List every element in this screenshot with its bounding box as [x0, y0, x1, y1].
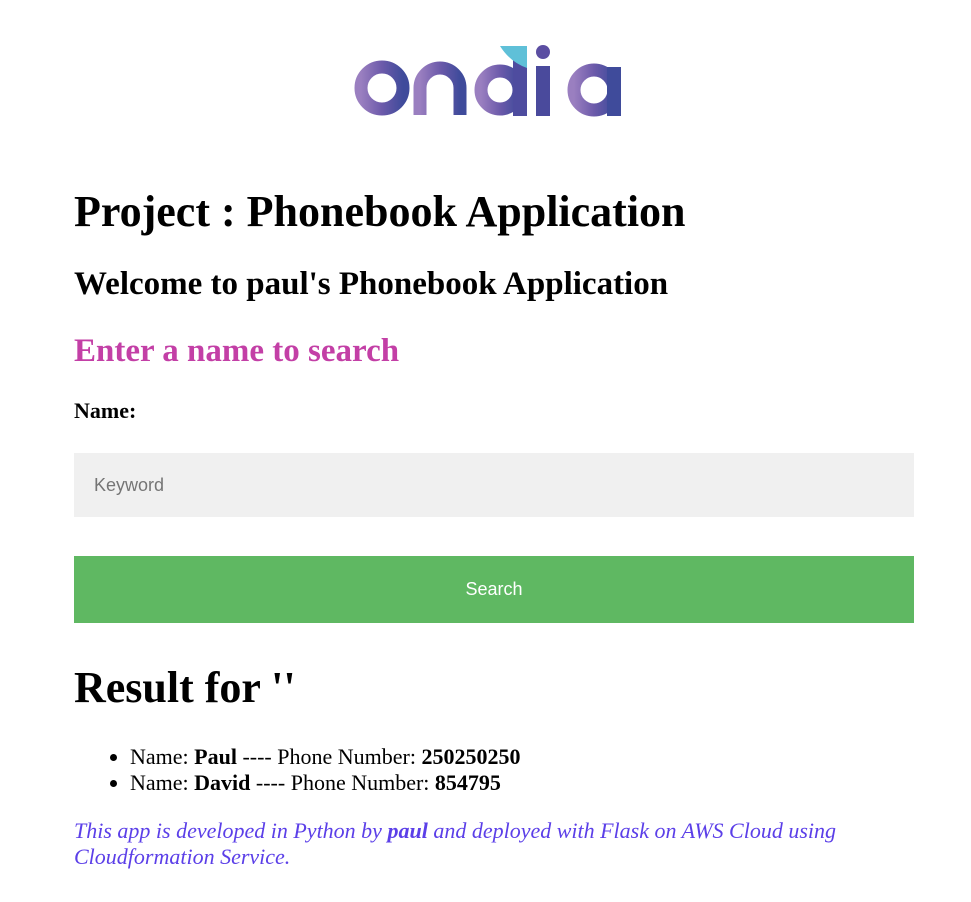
name-label: Name:	[74, 398, 137, 423]
logo	[350, 40, 640, 120]
list-item: Name: David ---- Phone Number: 854795	[130, 770, 520, 796]
page-title: Project : Phonebook Application	[74, 187, 686, 236]
contact-name: Paul	[194, 744, 237, 769]
footer-author: paul	[387, 818, 428, 843]
contact-phone: 854795	[434, 770, 501, 795]
footer-note: This app is developed in Python by paul …	[74, 818, 894, 870]
search-prompt-heading: Enter a name to search	[74, 333, 400, 369]
result-heading: Result for ''	[74, 663, 296, 712]
phone-prefix: ---- Phone Number:	[250, 770, 435, 795]
result-list: Name: Paul ---- Phone Number: 250250250 …	[74, 744, 520, 796]
footer-text: This app is developed in Python by	[74, 818, 388, 843]
keyword-input[interactable]	[74, 453, 914, 517]
phone-prefix: ---- Phone Number:	[236, 744, 422, 769]
name-prefix: Name:	[130, 744, 195, 769]
list-item: Name: Paul ---- Phone Number: 250250250	[130, 744, 520, 770]
ondia-logo-icon	[354, 45, 621, 117]
search-button[interactable]: Search	[74, 556, 914, 623]
contact-name: David	[194, 770, 251, 795]
contact-phone: 250250250	[421, 744, 521, 769]
welcome-heading: Welcome to paul's Phonebook Application	[74, 266, 669, 302]
name-prefix: Name:	[130, 770, 195, 795]
